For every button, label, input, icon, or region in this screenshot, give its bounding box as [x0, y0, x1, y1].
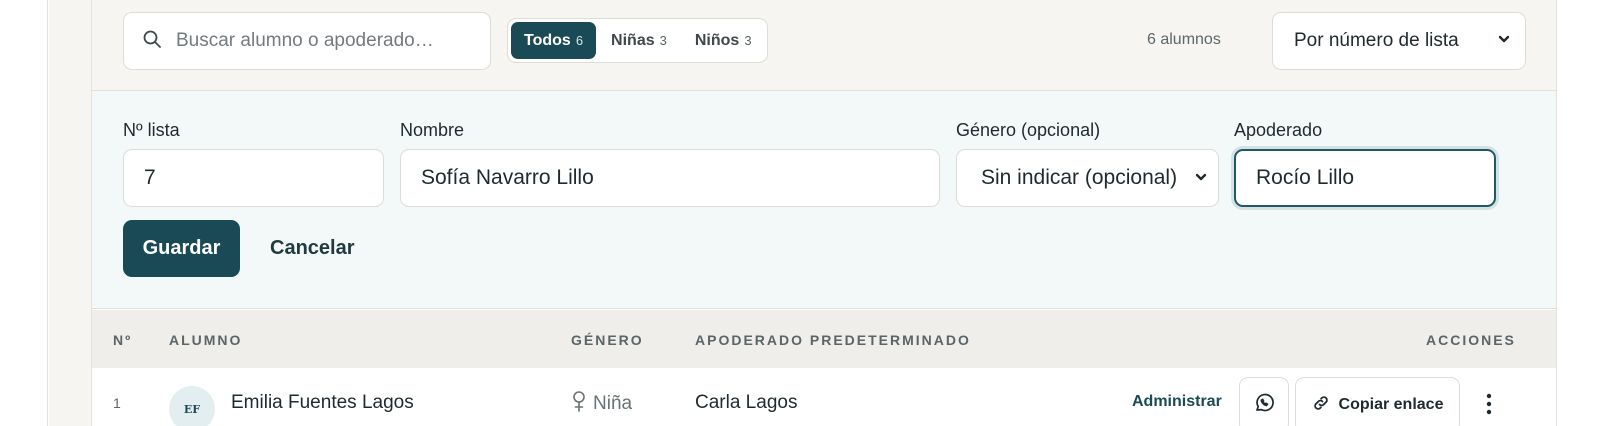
- sort-select-value: Por número de lista: [1294, 30, 1459, 51]
- student-count: 6 alumnos: [1147, 31, 1221, 48]
- manage-link[interactable]: Administrar: [1132, 393, 1222, 411]
- sort-select[interactable]: Por número de lista: [1272, 12, 1526, 70]
- row-number: 1: [113, 395, 121, 411]
- search-box[interactable]: [123, 12, 491, 70]
- student-gender-label: Niña: [593, 393, 633, 414]
- cancel-button[interactable]: Cancelar: [270, 220, 355, 277]
- gender-select[interactable]: Sin indicar (opcional): [956, 149, 1219, 207]
- gender-select-value: Sin indicar (opcional): [981, 166, 1178, 189]
- whatsapp-button[interactable]: [1239, 377, 1289, 426]
- right-gutter: [1558, 0, 1600, 426]
- gender-label: Género (opcional): [956, 120, 1101, 140]
- gender-filter: Todos 6 Niñas 3 Niños 3: [507, 18, 768, 63]
- name-value: Sofía Navarro Lillo: [421, 166, 594, 189]
- table-header: Nº ALUMNO GÉNERO APODERADO PREDETERMINAD…: [92, 310, 1556, 368]
- search-input[interactable]: [176, 30, 466, 52]
- header-guardian: APODERADO PREDETERMINADO: [695, 332, 971, 348]
- list-number-label: Nº lista: [123, 120, 180, 140]
- save-button[interactable]: Guardar: [123, 220, 240, 277]
- default-guardian: Carla Lagos: [695, 392, 798, 413]
- student-name: Emilia Fuentes Lagos: [231, 392, 414, 413]
- header-gender: GÉNERO: [571, 332, 644, 348]
- avatar-initials: EF: [183, 402, 201, 416]
- page-gutter: [49, 0, 91, 426]
- toolbar: Todos 6 Niñas 3 Niños 3 6 alumnos Por nú…: [92, 0, 1556, 91]
- list-number-value: 7: [144, 166, 156, 189]
- avatar: EF: [169, 386, 215, 426]
- filter-girls[interactable]: Niñas 3: [598, 22, 680, 59]
- chevron-down-icon: [1497, 30, 1511, 52]
- female-symbol-icon: [571, 390, 587, 418]
- name-field[interactable]: Sofía Navarro Lillo: [400, 149, 940, 207]
- name-label: Nombre: [400, 120, 465, 140]
- whatsapp-icon: [1253, 392, 1275, 419]
- filter-boys-count: 3: [744, 33, 752, 48]
- header-student: ALUMNO: [169, 332, 243, 348]
- link-icon: [1312, 394, 1330, 417]
- filter-boys-label: Niños: [694, 31, 740, 49]
- filter-all-count: 6: [575, 33, 584, 48]
- copy-link-button[interactable]: Copiar enlace: [1295, 377, 1460, 426]
- guardian-value: Rocío Lillo: [1256, 166, 1355, 189]
- filter-girls-count: 3: [659, 33, 667, 48]
- student-gender: Niña: [571, 390, 632, 418]
- more-vertical-icon: [1486, 393, 1492, 420]
- list-number-field[interactable]: 7: [123, 149, 384, 207]
- table-row: 1 EF Emilia Fuentes Lagos Niña Carla Lag…: [92, 368, 1556, 426]
- students-card: Todos 6 Niñas 3 Niños 3 6 alumnos Por nú…: [91, 0, 1557, 426]
- left-rail: [0, 0, 48, 426]
- filter-all-label: Todos: [524, 31, 571, 49]
- search-icon: [142, 29, 162, 54]
- header-number: Nº: [113, 332, 133, 348]
- edit-student-form: Nº lista 7 Nombre Sofía Navarro Lillo Gé…: [92, 91, 1556, 309]
- filter-boys[interactable]: Niños 3: [682, 22, 765, 59]
- copy-link-label: Copiar enlace: [1338, 396, 1444, 413]
- header-actions: ACCIONES: [1426, 332, 1516, 348]
- more-options-button[interactable]: [1475, 388, 1503, 424]
- filter-girls-label: Niñas: [611, 31, 655, 49]
- filter-all[interactable]: Todos 6: [511, 22, 597, 59]
- guardian-field[interactable]: Rocío Lillo: [1234, 149, 1496, 207]
- chevron-down-icon: [1194, 166, 1208, 190]
- guardian-label: Apoderado: [1234, 120, 1323, 140]
